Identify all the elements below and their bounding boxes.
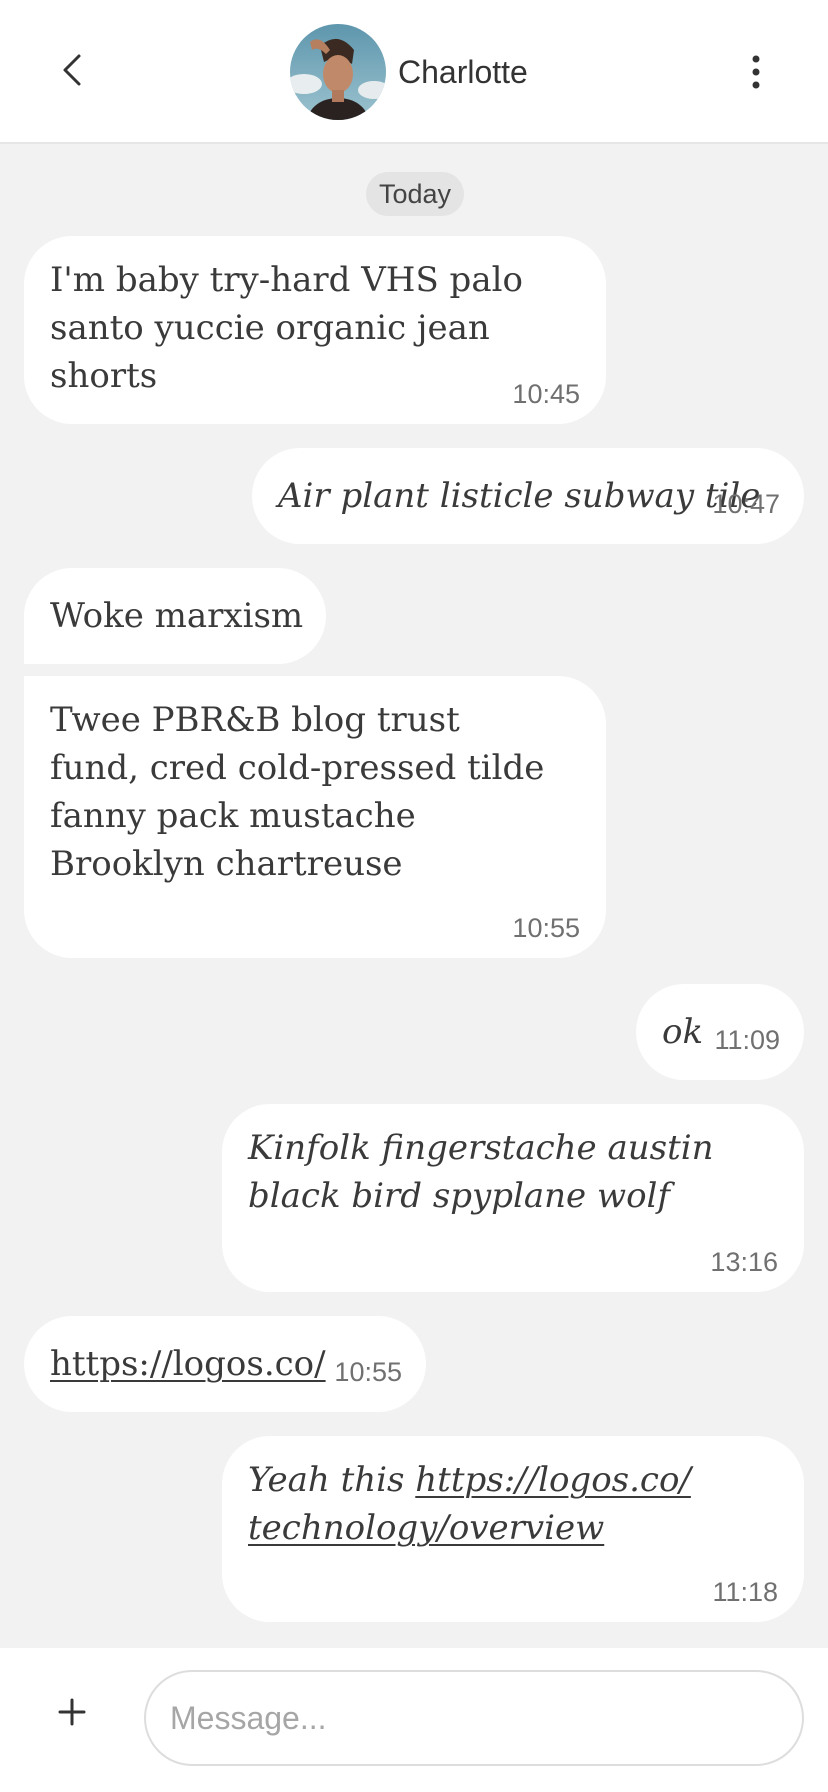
avatar[interactable] bbox=[290, 24, 386, 120]
message-text: I'm baby try-hard VHS palo santo yuccie … bbox=[50, 260, 523, 396]
message-timestamp: 11:09 bbox=[714, 1025, 780, 1055]
message-bubble-incoming[interactable]: https://logos.co/ 10:55 bbox=[24, 1316, 426, 1412]
message-timestamp: 10:47 bbox=[712, 489, 780, 519]
chat-header: Charlotte bbox=[0, 0, 828, 144]
message-text: Air plant listicle subway tile bbox=[278, 476, 761, 516]
contact-name: Charlotte bbox=[398, 54, 528, 90]
message-timestamp: 11:18 bbox=[712, 1577, 778, 1607]
more-vertical-icon bbox=[752, 55, 760, 89]
message-bubble-incoming[interactable]: Woke marxism bbox=[24, 568, 326, 664]
message-text: Yeah this https://logos.co/ technology/o… bbox=[248, 1456, 778, 1552]
attach-button[interactable] bbox=[48, 1688, 96, 1736]
message-bubble-outgoing[interactable]: Kinfolk fingerstache austin black bird s… bbox=[222, 1104, 804, 1292]
avatar-image bbox=[290, 24, 386, 120]
message-timestamp: 10:55 bbox=[512, 913, 580, 943]
message-timestamp: 13:16 bbox=[710, 1247, 778, 1277]
back-button[interactable] bbox=[48, 46, 96, 94]
message-bubble-outgoing[interactable]: ok 11:09 bbox=[636, 984, 804, 1080]
message-text: ok bbox=[662, 1012, 704, 1052]
date-divider: Today bbox=[366, 172, 464, 216]
message-timestamp: 10:45 bbox=[512, 379, 580, 409]
message-text: Kinfolk fingerstache austin black bird s… bbox=[248, 1128, 714, 1216]
message-link-continued[interactable]: technology/overview bbox=[248, 1508, 604, 1548]
message-bubble-outgoing[interactable]: Air plant listicle subway tile 10:47 bbox=[252, 448, 804, 544]
message-input[interactable] bbox=[144, 1670, 804, 1766]
plus-icon bbox=[58, 1698, 86, 1726]
chevron-left-icon bbox=[63, 54, 81, 86]
message-link[interactable]: https://logos.co/ bbox=[50, 1340, 326, 1388]
message-text-prefix: Yeah this bbox=[248, 1460, 416, 1500]
message-bubble-outgoing[interactable]: Yeah this https://logos.co/ technology/o… bbox=[222, 1436, 804, 1622]
message-text: Twee PBR&B blog trust fund, cred cold-pr… bbox=[50, 700, 545, 884]
message-timestamp: 10:55 bbox=[334, 1357, 402, 1387]
more-options-button[interactable] bbox=[732, 46, 780, 98]
message-bubble-incoming[interactable]: Twee PBR&B blog trust fund, cred cold-pr… bbox=[24, 676, 606, 958]
message-link[interactable]: https://logos.co/ bbox=[415, 1460, 691, 1500]
message-text: Woke marxism bbox=[50, 596, 304, 636]
message-composer bbox=[0, 1648, 828, 1792]
message-bubble-incoming[interactable]: I'm baby try-hard VHS palo santo yuccie … bbox=[24, 236, 606, 424]
